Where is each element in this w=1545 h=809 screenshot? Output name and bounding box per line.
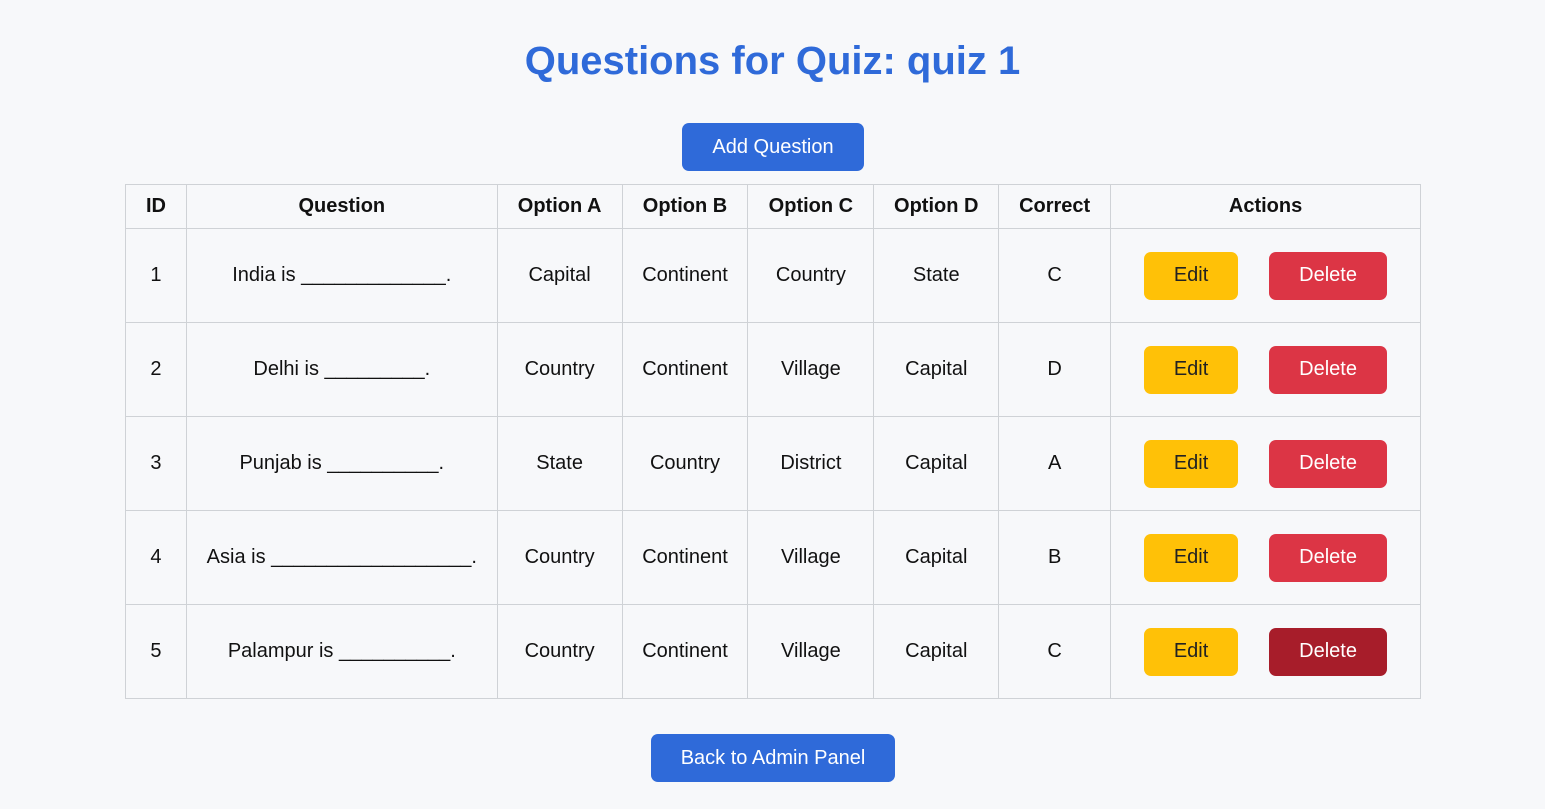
- cell-actions: Edit Delete: [1110, 604, 1421, 699]
- cell-correct: A: [998, 416, 1112, 511]
- cell-option-b: Continent: [621, 510, 749, 605]
- cell-option-d: Capital: [873, 510, 1000, 605]
- cell-option-b: Continent: [621, 322, 749, 417]
- cell-question: Asia is __________________.: [185, 510, 498, 605]
- cell-option-d: Capital: [873, 604, 1000, 699]
- actions-group: Edit Delete: [1111, 533, 1420, 582]
- header-correct: Correct: [998, 184, 1112, 229]
- header-question: Question: [185, 184, 498, 229]
- cell-option-c: District: [747, 416, 875, 511]
- header-id: ID: [125, 184, 187, 229]
- page-title: Questions for Quiz: quiz 1: [524, 39, 1021, 83]
- cell-option-b: Country: [621, 416, 749, 511]
- edit-button[interactable]: Edit: [1144, 251, 1239, 300]
- table-row: 5 Palampur is __________. Country Contin…: [125, 604, 1421, 699]
- cell-option-c: Village: [747, 322, 875, 417]
- actions-group: Edit Delete: [1111, 251, 1420, 300]
- header-actions: Actions: [1110, 184, 1421, 229]
- cell-question: India is _____________.: [185, 228, 498, 323]
- header-option-a: Option A: [496, 184, 623, 229]
- cell-option-d: Capital: [873, 322, 1000, 417]
- add-question-button[interactable]: Add Question: [682, 123, 864, 171]
- header-option-d: Option D: [873, 184, 1000, 229]
- cell-actions: Edit Delete: [1110, 510, 1421, 605]
- cell-option-d: Capital: [873, 416, 1000, 511]
- cell-option-b: Continent: [621, 228, 749, 323]
- edit-button[interactable]: Edit: [1144, 627, 1239, 676]
- cell-correct: C: [998, 228, 1112, 323]
- cell-option-c: Village: [747, 604, 875, 699]
- back-to-admin-button[interactable]: Back to Admin Panel: [651, 734, 895, 782]
- table-header-row: ID Question Option A Option B Option C O…: [125, 184, 1421, 229]
- cell-correct: C: [998, 604, 1112, 699]
- questions-table: ID Question Option A Option B Option C O…: [125, 184, 1421, 699]
- header-option-b: Option B: [621, 184, 749, 229]
- table-row: 2 Delhi is _________. Country Continent …: [125, 322, 1421, 417]
- delete-button[interactable]: Delete: [1269, 251, 1388, 300]
- cell-correct: B: [998, 510, 1112, 605]
- actions-group: Edit Delete: [1111, 627, 1420, 676]
- cell-actions: Edit Delete: [1110, 416, 1421, 511]
- table-row: 1 India is _____________. Capital Contin…: [125, 228, 1421, 323]
- delete-button[interactable]: Delete: [1269, 533, 1388, 582]
- cell-option-c: Village: [747, 510, 875, 605]
- cell-actions: Edit Delete: [1110, 322, 1421, 417]
- table-row: 4 Asia is __________________. Country Co…: [125, 510, 1421, 605]
- cell-id: 2: [125, 322, 187, 417]
- cell-actions: Edit Delete: [1110, 228, 1421, 323]
- header-option-c: Option C: [747, 184, 875, 229]
- page: Questions for Quiz: quiz 1 Add Question …: [0, 0, 1545, 809]
- cell-option-b: Continent: [621, 604, 749, 699]
- table-row: 3 Punjab is __________. State Country Di…: [125, 416, 1421, 511]
- edit-button[interactable]: Edit: [1144, 533, 1239, 582]
- cell-id: 5: [125, 604, 187, 699]
- cell-id: 1: [125, 228, 187, 323]
- cell-id: 3: [125, 416, 187, 511]
- actions-group: Edit Delete: [1111, 439, 1420, 488]
- cell-question: Punjab is __________.: [185, 416, 498, 511]
- cell-option-d: State: [873, 228, 1000, 323]
- delete-button[interactable]: Delete: [1269, 627, 1388, 676]
- cell-option-a: Country: [496, 322, 623, 417]
- cell-id: 4: [125, 510, 187, 605]
- cell-option-a: State: [496, 416, 623, 511]
- delete-button[interactable]: Delete: [1269, 345, 1388, 394]
- cell-option-a: Capital: [496, 228, 623, 323]
- cell-question: Delhi is _________.: [185, 322, 498, 417]
- cell-option-a: Country: [496, 604, 623, 699]
- cell-question: Palampur is __________.: [185, 604, 498, 699]
- cell-option-a: Country: [496, 510, 623, 605]
- cell-option-c: Country: [747, 228, 875, 323]
- edit-button[interactable]: Edit: [1144, 345, 1239, 394]
- delete-button[interactable]: Delete: [1269, 439, 1388, 488]
- edit-button[interactable]: Edit: [1144, 439, 1239, 488]
- cell-correct: D: [998, 322, 1112, 417]
- actions-group: Edit Delete: [1111, 345, 1420, 394]
